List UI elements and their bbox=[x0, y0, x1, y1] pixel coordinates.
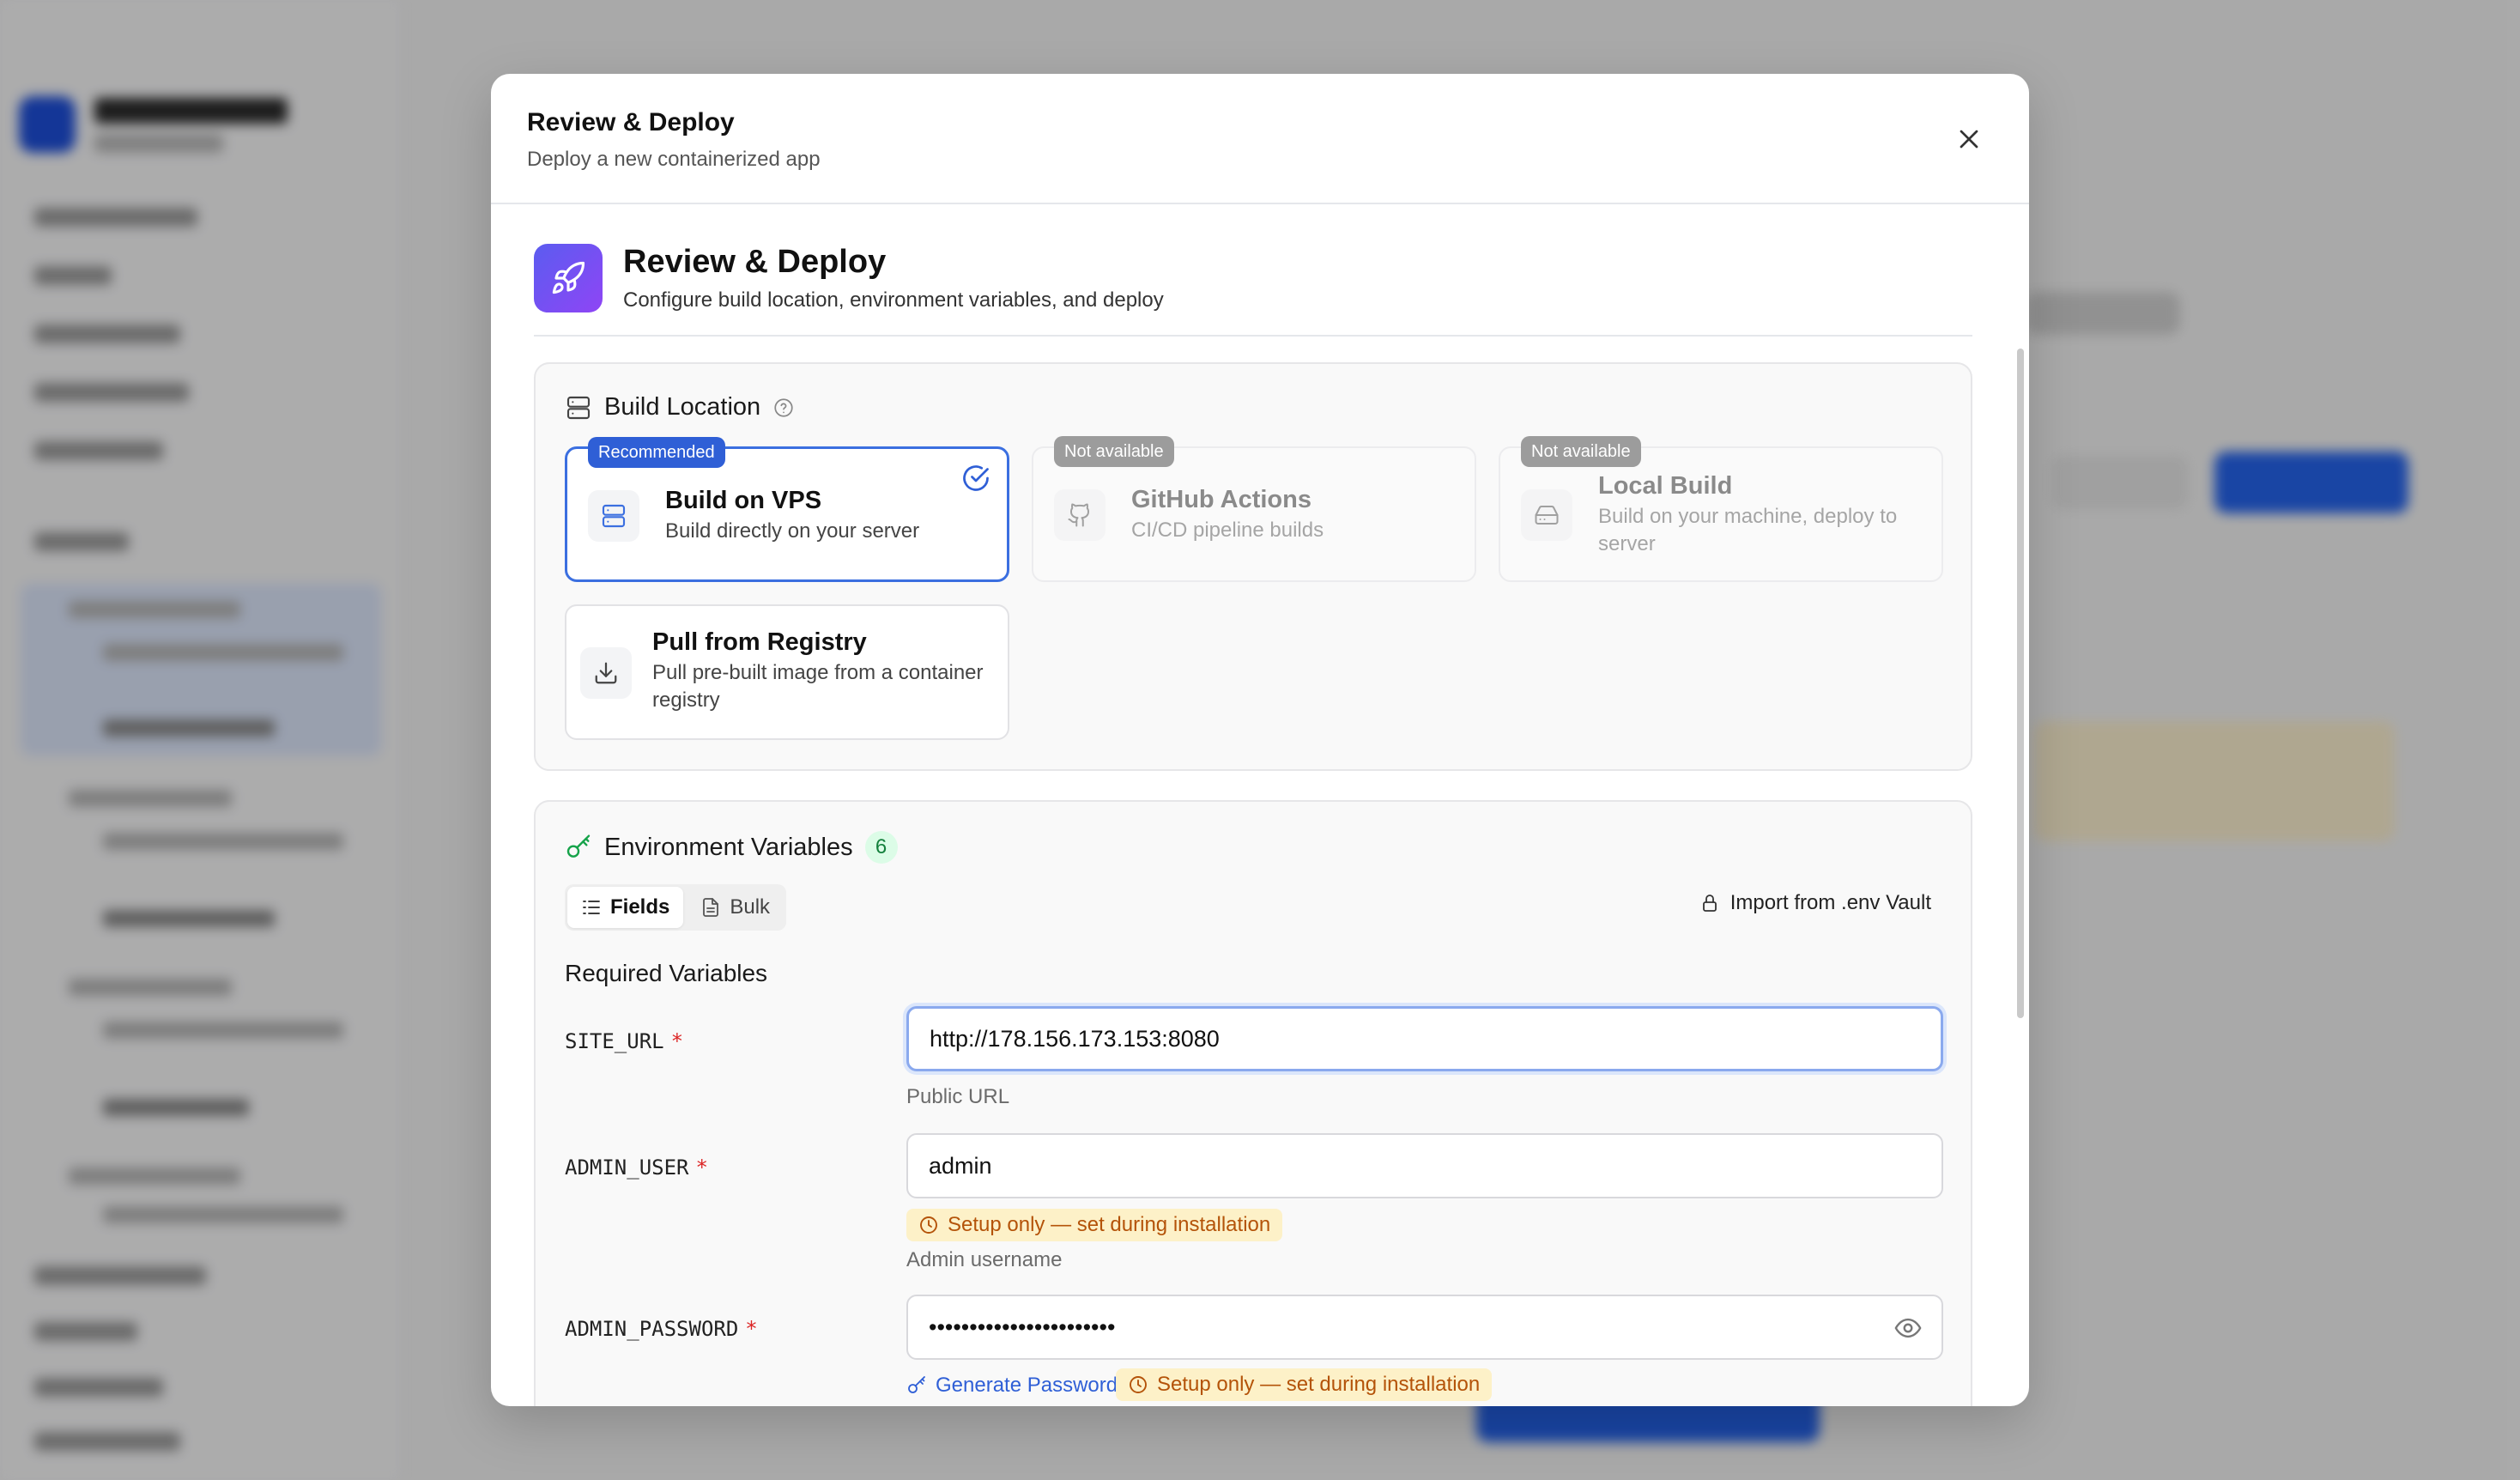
option-title: Local Build bbox=[1598, 472, 1733, 500]
check-circle-icon bbox=[963, 465, 989, 491]
step-subtitle: Configure build location, environment va… bbox=[623, 288, 1164, 312]
option-description: Pull pre-built image from a container re… bbox=[652, 661, 984, 712]
required-asterisk: * bbox=[670, 1029, 684, 1053]
option-title: Build on VPS bbox=[665, 487, 822, 514]
tab-bulk[interactable]: Bulk bbox=[687, 887, 784, 928]
option-title: Pull from Registry bbox=[652, 628, 867, 656]
admin-user-input[interactable]: admin bbox=[906, 1133, 1943, 1198]
divider bbox=[534, 335, 1972, 337]
modal-subtitle: Deploy a new containerized app bbox=[527, 148, 821, 171]
github-icon bbox=[1054, 489, 1106, 541]
close-button[interactable] bbox=[1954, 124, 1984, 155]
env-title: Environment Variables bbox=[604, 833, 853, 861]
admin-password-input[interactable]: ••••••••••••••••••••••• bbox=[906, 1295, 1943, 1360]
tab-bulk-label: Bulk bbox=[730, 895, 771, 919]
option-description: CI/CD pipeline builds bbox=[1131, 519, 1324, 542]
variable-label-admin-user: ADMIN_USER * bbox=[565, 1155, 708, 1180]
password-value: ••••••••••••••••••••••• bbox=[929, 1313, 1116, 1340]
env-header: Environment Variables 6 bbox=[565, 831, 898, 864]
help-icon[interactable] bbox=[772, 397, 795, 419]
tab-fields[interactable]: Fields bbox=[567, 887, 684, 928]
site-url-hint: Public URL bbox=[906, 1085, 1010, 1108]
option-description: Build on your machine, deploy to server bbox=[1598, 505, 1898, 555]
clock-icon bbox=[920, 1216, 937, 1234]
tab-fields-label: Fields bbox=[610, 895, 670, 919]
scrollbar[interactable] bbox=[2017, 349, 2024, 1018]
setup-only-text: Setup only — set during installation bbox=[1157, 1373, 1481, 1396]
env-count-badge: 6 bbox=[864, 831, 898, 864]
variable-key: SITE_URL bbox=[565, 1029, 664, 1053]
deploy-modal: Review & Deploy Deploy a new containeriz… bbox=[491, 74, 2029, 1406]
recommended-badge: Recommended bbox=[588, 437, 725, 468]
setup-only-note: Setup only — set during installation bbox=[1116, 1368, 1493, 1401]
server-icon bbox=[566, 396, 591, 419]
setup-only-note: Setup only — set during installation bbox=[906, 1209, 1283, 1241]
hard-drive-icon bbox=[1521, 489, 1572, 541]
setup-only-text: Setup only — set during installation bbox=[948, 1213, 1271, 1236]
env-mode-tabs: Fields Bulk bbox=[565, 884, 787, 931]
download-icon bbox=[580, 647, 632, 699]
lock-icon bbox=[1702, 895, 1717, 912]
generate-password-link[interactable]: Generate Password bbox=[906, 1374, 1118, 1398]
key-icon bbox=[908, 1376, 925, 1393]
variable-label-admin-password: ADMIN_PASSWORD * bbox=[565, 1317, 758, 1341]
list-icon bbox=[583, 901, 600, 914]
key-icon bbox=[566, 834, 591, 858]
modal-body[interactable]: Review & Deploy Configure build location… bbox=[491, 206, 2029, 1406]
not-available-badge: Not available bbox=[1054, 436, 1174, 467]
import-env-vault-label: Import from .env Vault bbox=[1729, 891, 1931, 914]
variable-label-site-url: SITE_URL * bbox=[565, 1029, 683, 1053]
build-location-header: Build Location bbox=[565, 393, 795, 422]
modal-title: Review & Deploy bbox=[527, 108, 735, 136]
variable-key: ADMIN_USER bbox=[565, 1155, 689, 1180]
admin-user-hint: Admin username bbox=[906, 1248, 1063, 1271]
environment-variables-panel: Environment Variables 6 Fields Bulk Impo… bbox=[534, 800, 1972, 1406]
import-env-vault-button[interactable]: Import from .env Vault bbox=[1699, 891, 1931, 915]
not-available-badge: Not available bbox=[1521, 436, 1641, 467]
build-option-local-build: Not available Local Build Build on your … bbox=[1499, 436, 1943, 582]
build-option-vps[interactable]: Recommended Build on VPS Build directly … bbox=[565, 437, 1009, 582]
build-option-github-actions: Not available GitHub Actions CI/CD pipel… bbox=[1032, 436, 1476, 582]
option-description: Build directly on your server bbox=[665, 519, 920, 543]
required-asterisk: * bbox=[745, 1317, 758, 1341]
eye-icon[interactable] bbox=[1893, 1313, 1923, 1343]
close-icon bbox=[1960, 130, 1978, 149]
required-variables-heading: Required Variables bbox=[565, 960, 768, 986]
build-option-registry[interactable]: Pull from Registry Pull pre-built image … bbox=[565, 604, 1009, 740]
step-title: Review & Deploy bbox=[623, 244, 887, 280]
site-url-input[interactable]: http://178.156.173.153:8080 bbox=[906, 1006, 1943, 1071]
modal-header: Review & Deploy Deploy a new containeriz… bbox=[491, 74, 2029, 204]
file-text-icon bbox=[703, 898, 719, 917]
clock-icon bbox=[1130, 1376, 1147, 1393]
generate-password-label: Generate Password bbox=[936, 1374, 1118, 1397]
rocket-icon bbox=[534, 244, 603, 312]
variable-key: ADMIN_PASSWORD bbox=[565, 1317, 739, 1341]
option-title: GitHub Actions bbox=[1131, 486, 1311, 513]
server-icon bbox=[588, 490, 639, 542]
required-asterisk: * bbox=[695, 1155, 708, 1180]
build-location-panel: Build Location Recommended Build on VPS … bbox=[534, 362, 1972, 771]
build-location-title: Build Location bbox=[604, 393, 761, 421]
